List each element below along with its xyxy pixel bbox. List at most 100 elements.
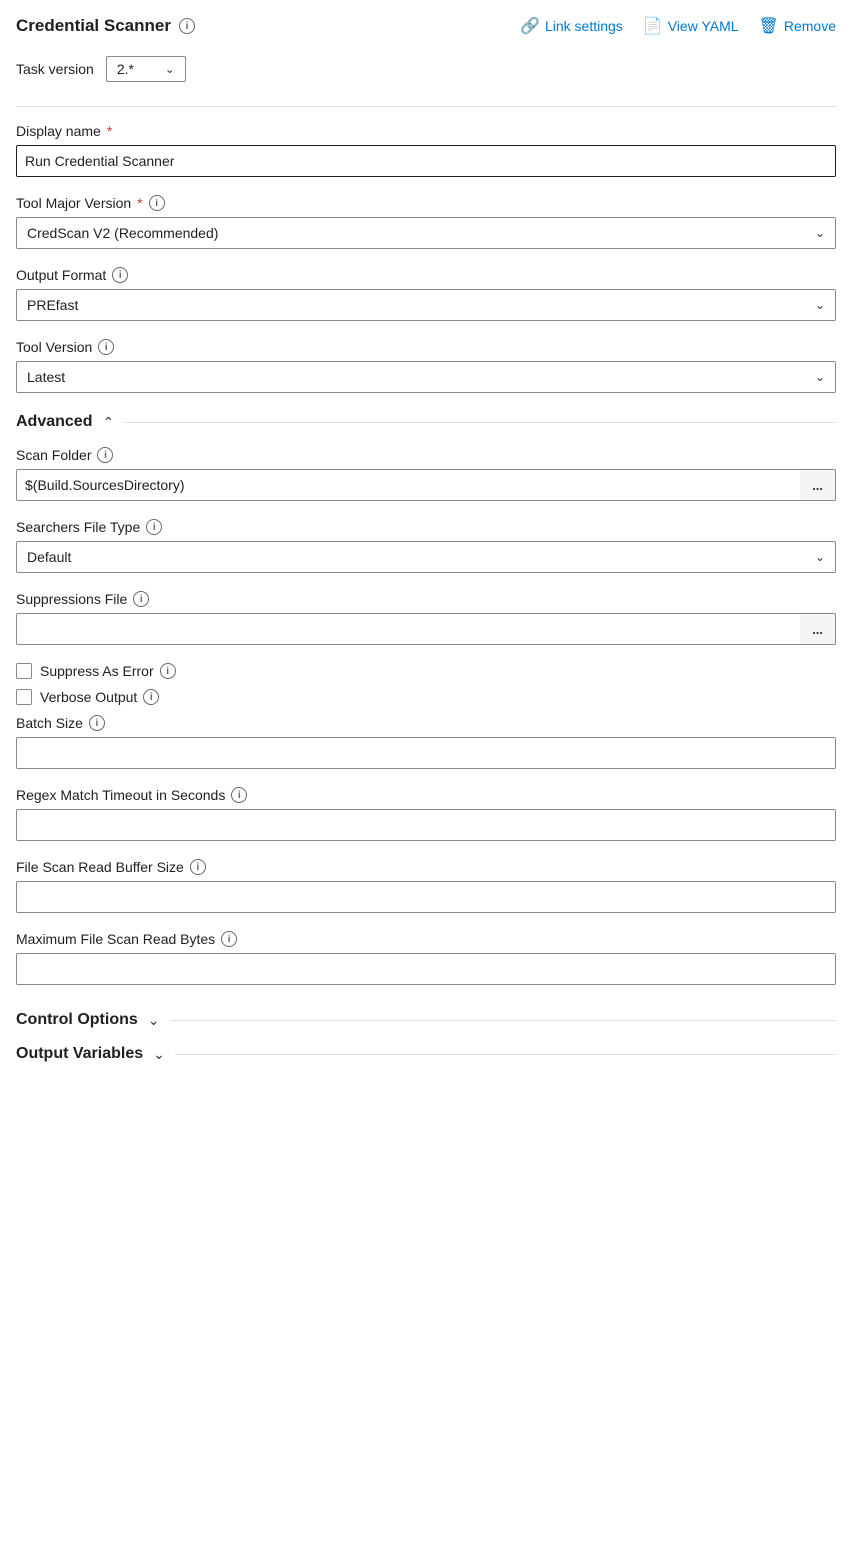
divider xyxy=(16,106,836,107)
control-options-header[interactable]: Control Options ⌄ xyxy=(16,1003,836,1037)
advanced-title: Advanced xyxy=(16,413,92,431)
output-format-chevron: ⌄ xyxy=(815,298,825,312)
file-scan-read-buffer-size-label-row: File Scan Read Buffer Size i xyxy=(16,859,836,875)
suppressions-file-info-icon[interactable]: i xyxy=(133,591,149,607)
suppressions-file-label-row: Suppressions File i xyxy=(16,591,836,607)
regex-match-timeout-field: Regex Match Timeout in Seconds i xyxy=(16,787,836,841)
suppressions-file-input[interactable] xyxy=(16,613,800,645)
output-format-info-icon[interactable]: i xyxy=(112,267,128,283)
searchers-file-type-label: Searchers File Type xyxy=(16,519,140,535)
suppress-as-error-checkbox[interactable] xyxy=(16,663,32,679)
output-variables-header[interactable]: Output Variables ⌄ xyxy=(16,1037,836,1071)
regex-match-timeout-label: Regex Match Timeout in Seconds xyxy=(16,787,225,803)
searchers-file-type-label-row: Searchers File Type i xyxy=(16,519,836,535)
output-variables-line xyxy=(175,1054,836,1055)
output-variables-chevron-icon: ⌄ xyxy=(153,1046,165,1063)
tool-version-info-icon[interactable]: i xyxy=(98,339,114,355)
regex-match-timeout-input[interactable] xyxy=(16,809,836,841)
verbose-output-checkbox[interactable] xyxy=(16,689,32,705)
task-version-label: Task version xyxy=(16,61,94,77)
batch-size-field: Batch Size i xyxy=(16,715,836,769)
searchers-file-type-value: Default xyxy=(27,549,71,565)
suppressions-file-field: Suppressions File i ... xyxy=(16,591,836,645)
display-name-label: Display name xyxy=(16,123,101,139)
advanced-chevron-icon: ⌃ xyxy=(102,414,114,431)
display-name-input[interactable] xyxy=(16,145,836,177)
batch-size-input[interactable] xyxy=(16,737,836,769)
output-format-value: PREfast xyxy=(27,297,78,313)
verbose-output-label-row: Verbose Output i xyxy=(40,689,159,705)
tool-version-select[interactable]: Latest ⌄ xyxy=(16,361,836,393)
output-format-label: Output Format xyxy=(16,267,106,283)
scan-folder-label: Scan Folder xyxy=(16,447,91,463)
file-scan-read-buffer-size-label: File Scan Read Buffer Size xyxy=(16,859,184,875)
display-name-required: * xyxy=(107,123,112,139)
output-format-select[interactable]: PREfast ⌄ xyxy=(16,289,836,321)
remove-label: Remove xyxy=(784,18,836,34)
display-name-label-row: Display name * xyxy=(16,123,836,139)
title-info-icon[interactable]: i xyxy=(179,18,195,34)
tool-major-version-select[interactable]: CredScan V2 (Recommended) ⌄ xyxy=(16,217,836,249)
searchers-file-type-chevron: ⌄ xyxy=(815,550,825,564)
batch-size-info-icon[interactable]: i xyxy=(89,715,105,731)
tool-version-field: Tool Version i Latest ⌄ xyxy=(16,339,836,393)
view-yaml-icon: 📄 xyxy=(643,16,663,36)
output-format-label-row: Output Format i xyxy=(16,267,836,283)
tool-major-version-value: CredScan V2 (Recommended) xyxy=(27,225,218,241)
tool-version-label-row: Tool Version i xyxy=(16,339,836,355)
task-version-select[interactable]: 2.* ⌄ xyxy=(106,56,186,82)
verbose-output-row: Verbose Output i xyxy=(16,689,836,705)
tool-major-version-label-row: Tool Major Version * i xyxy=(16,195,836,211)
batch-size-label-row: Batch Size i xyxy=(16,715,836,731)
searchers-file-type-info-icon[interactable]: i xyxy=(146,519,162,535)
tool-version-chevron: ⌄ xyxy=(815,370,825,384)
regex-match-timeout-label-row: Regex Match Timeout in Seconds i xyxy=(16,787,836,803)
task-version-value: 2.* xyxy=(117,61,134,77)
remove-button[interactable]: 🗑 Remove xyxy=(759,16,836,36)
control-options-title: Control Options xyxy=(16,1011,138,1029)
maximum-file-scan-read-bytes-field: Maximum File Scan Read Bytes i xyxy=(16,931,836,985)
scan-folder-input[interactable] xyxy=(16,469,800,501)
tool-major-version-label: Tool Major Version xyxy=(16,195,131,211)
control-options-line xyxy=(170,1020,837,1021)
output-variables-title: Output Variables xyxy=(16,1045,143,1063)
scan-folder-browse-button[interactable]: ... xyxy=(800,469,836,501)
advanced-section-line xyxy=(124,422,836,423)
tool-version-value: Latest xyxy=(27,369,65,385)
verbose-output-label: Verbose Output xyxy=(40,689,137,705)
advanced-section-header[interactable]: Advanced ⌃ xyxy=(16,413,836,431)
suppressions-file-browse-button[interactable]: ... xyxy=(800,613,836,645)
scan-folder-field: Scan Folder i ... xyxy=(16,447,836,501)
control-options-chevron-icon: ⌄ xyxy=(148,1012,160,1029)
output-format-field: Output Format i PREfast ⌄ xyxy=(16,267,836,321)
scan-folder-info-icon[interactable]: i xyxy=(97,447,113,463)
suppress-as-error-info-icon[interactable]: i xyxy=(160,663,176,679)
searchers-file-type-field: Searchers File Type i Default ⌄ xyxy=(16,519,836,573)
task-version-chevron: ⌄ xyxy=(165,62,175,76)
file-scan-read-buffer-size-field: File Scan Read Buffer Size i xyxy=(16,859,836,913)
verbose-output-info-icon[interactable]: i xyxy=(143,689,159,705)
suppress-as-error-row: Suppress As Error i xyxy=(16,663,836,679)
task-version-row: Task version 2.* ⌄ xyxy=(16,56,836,82)
searchers-file-type-select[interactable]: Default ⌄ xyxy=(16,541,836,573)
view-yaml-label: View YAML xyxy=(668,18,739,34)
maximum-file-scan-read-bytes-label: Maximum File Scan Read Bytes xyxy=(16,931,215,947)
maximum-file-scan-read-bytes-info-icon[interactable]: i xyxy=(221,931,237,947)
header-left: Credential Scanner i xyxy=(16,16,195,36)
file-scan-read-buffer-size-input[interactable] xyxy=(16,881,836,913)
maximum-file-scan-read-bytes-input[interactable] xyxy=(16,953,836,985)
link-settings-icon: 🔗 xyxy=(520,16,540,36)
display-name-field: Display name * xyxy=(16,123,836,177)
suppressions-file-label: Suppressions File xyxy=(16,591,127,607)
scan-folder-label-row: Scan Folder i xyxy=(16,447,836,463)
file-scan-read-buffer-size-info-icon[interactable]: i xyxy=(190,859,206,875)
tool-major-version-info-icon[interactable]: i xyxy=(149,195,165,211)
page-title: Credential Scanner xyxy=(16,16,171,36)
suppressions-file-input-group: ... xyxy=(16,613,836,645)
remove-icon: 🗑 xyxy=(759,16,779,36)
link-settings-button[interactable]: 🔗 Link settings xyxy=(520,16,623,36)
header-actions: 🔗 Link settings 📄 View YAML 🗑 Remove xyxy=(520,16,836,36)
tool-major-version-required: * xyxy=(137,195,142,211)
view-yaml-button[interactable]: 📄 View YAML xyxy=(643,16,739,36)
regex-match-timeout-info-icon[interactable]: i xyxy=(231,787,247,803)
